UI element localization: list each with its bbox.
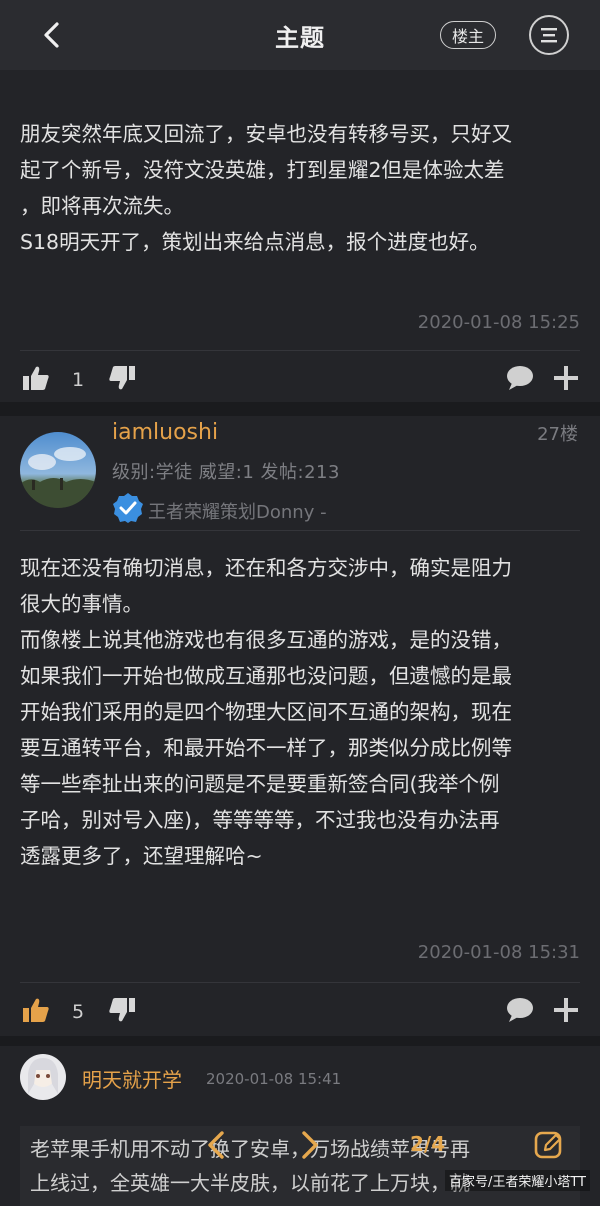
post-line: 很大的事情。	[20, 592, 143, 616]
post-timestamp: 2020-01-08 15:31	[417, 942, 580, 963]
post-line: 起了个新号，没符文没英雄，打到星耀2但是体验太差	[20, 158, 505, 182]
reply-timestamp: 2020-01-08 15:41	[206, 1070, 342, 1088]
thumbs-up-icon[interactable]	[22, 364, 50, 392]
post-line: S18明天开了，策划出来给点消息，报个进度也好。	[20, 230, 490, 254]
divider	[20, 350, 580, 351]
page-title: 主题	[275, 23, 325, 52]
owner-only-button[interactable]: 楼主	[440, 21, 496, 49]
verified-badge-icon	[113, 493, 143, 523]
landscape-avatar-image	[20, 447, 96, 508]
next-page-icon[interactable]	[292, 1128, 326, 1162]
comment-icon[interactable]	[505, 364, 535, 392]
plus-icon[interactable]	[553, 365, 579, 391]
post-separator	[0, 1036, 600, 1046]
user-title: 王者荣耀策划Donny -	[148, 502, 327, 523]
avatar[interactable]	[20, 432, 96, 508]
floor-number: 27楼	[537, 424, 578, 445]
post-line: 而像楼上说其他游戏也有很多互通的游戏，是的没错，	[20, 628, 512, 652]
page-indicator[interactable]: 2/4	[410, 1132, 445, 1156]
post-actions: 5	[0, 988, 600, 1034]
post-line: 如果我们一开始也做成互通那也没问题，但遗憾的是最	[20, 664, 512, 688]
post-timestamp: 2020-01-08 15:25	[417, 312, 580, 333]
comment-icon[interactable]	[505, 996, 535, 1024]
post-content: 现在还没有确切消息，还在和各方交涉中，确实是阻力 很大的事情。 而像楼上说其他游…	[20, 550, 585, 874]
user-header: iamluoshi 27楼 级别:学徒 威望:1 发帖:213 王者荣耀策划Do…	[0, 416, 600, 526]
thumbs-down-icon[interactable]	[108, 996, 136, 1024]
prev-page-icon[interactable]	[200, 1128, 234, 1162]
divider	[20, 982, 580, 983]
post-line: 开始我们采用的是四个物理大区间不互通的架构，现在	[20, 700, 512, 724]
user-stats: 级别:学徒 威望:1 发帖:213	[112, 462, 340, 483]
reply-header: 明天就开学 2020-01-08 15:41	[0, 1046, 600, 1116]
reply-username[interactable]: 明天就开学	[82, 1064, 182, 1093]
post-line: 等一些牵扯出来的问题是不是要重新签合同(我举个例	[20, 772, 500, 796]
thumbs-down-icon[interactable]	[108, 364, 136, 392]
watermark: 百家号/王者荣耀小塔TT	[444, 1170, 590, 1191]
post-line: 现在还没有确切消息，还在和各方交涉中，确实是阻力	[20, 556, 512, 580]
post-content: 朋友突然年底又回流了，安卓也没有转移号买，只好又 起了个新号，没符文没英雄，打到…	[20, 116, 585, 260]
menu-icon	[541, 28, 557, 43]
menu-button[interactable]	[529, 15, 569, 55]
post-line: 要互通转平台，和最开始不一样了，那类似分成比例等	[20, 736, 512, 760]
post-separator	[0, 402, 600, 416]
thumbs-up-icon[interactable]	[22, 996, 50, 1024]
divider	[20, 530, 580, 531]
top-bar: 主题 楼主	[0, 0, 600, 70]
like-count: 5	[72, 1001, 85, 1023]
back-arrow-icon[interactable]	[36, 18, 70, 52]
post-actions: 1	[0, 356, 600, 402]
edit-icon[interactable]	[532, 1128, 566, 1162]
avatar[interactable]	[20, 1054, 66, 1100]
post-line: 子哈，别对号入座)，等等等等，不过我也没有办法再	[20, 808, 500, 832]
anime-avatar-image	[28, 1058, 58, 1094]
post-line: ，即将再次流失。	[20, 194, 184, 218]
post-line: 透露更多了，还望理解哈~	[20, 844, 263, 868]
pagination-bar: 2/4	[170, 1120, 600, 1170]
plus-icon[interactable]	[553, 997, 579, 1023]
username[interactable]: iamluoshi	[112, 420, 218, 445]
post-line: 朋友突然年底又回流了，安卓也没有转移号买，只好又	[20, 122, 512, 146]
like-count: 1	[72, 369, 85, 391]
